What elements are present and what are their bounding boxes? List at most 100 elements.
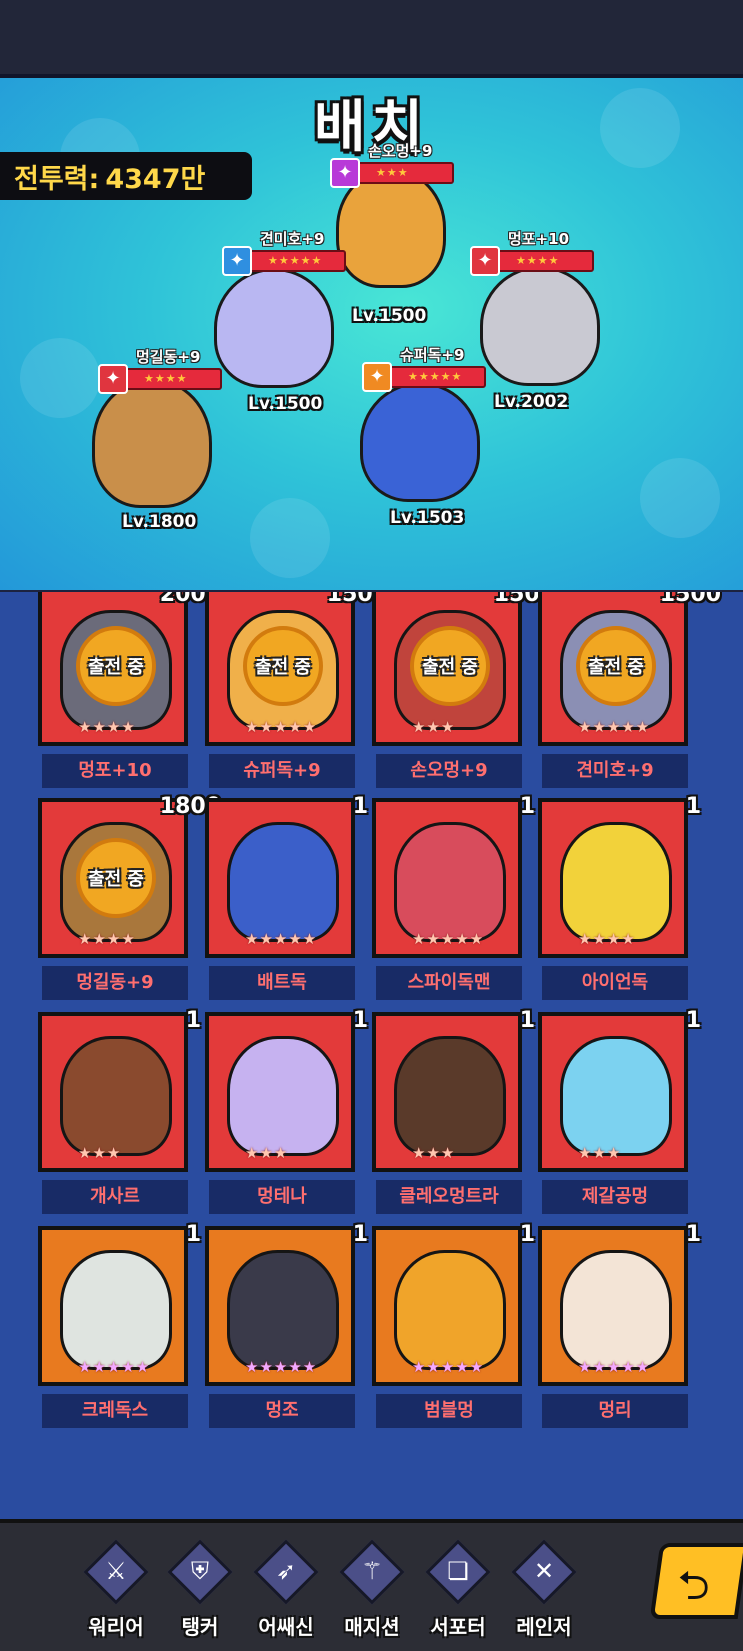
hero-portrait[interactable]: ★★★★★ xyxy=(205,1226,355,1386)
hero-name-plate: 스파이독맨 xyxy=(376,966,522,1000)
hero-card[interactable]: ★★★★★ 1 멍조 xyxy=(205,1222,380,1436)
hero-name: 슈퍼독+9 xyxy=(400,346,465,364)
hero-star-bar: ★★★★ xyxy=(484,250,594,272)
hero-card[interactable]: ★★★ 1 멍테나 xyxy=(205,1008,380,1222)
bow-icon: ✕ xyxy=(533,1557,555,1585)
hero-art xyxy=(60,1036,172,1156)
hero-card[interactable]: ★★★ 1 제갈공멍 xyxy=(538,1008,713,1222)
hero-level: Lv.1500 xyxy=(352,306,427,326)
hero-level: Lv.1800 xyxy=(122,512,197,532)
hero-level: 1 xyxy=(519,1008,535,1033)
class-tab[interactable]: ➶ 어쌔신 xyxy=(246,1539,326,1643)
class-tab[interactable]: ⛨ 탱커 xyxy=(160,1539,240,1643)
hero-art xyxy=(560,1036,672,1156)
hero-name: 견미호+9 xyxy=(260,230,325,248)
star-rating: ★★★★★ xyxy=(412,930,485,948)
star-rating: ★★★★ xyxy=(78,930,136,948)
hero-name-plate: 멍길동+9 xyxy=(42,966,188,1000)
star-rating: ★★★ xyxy=(412,718,456,736)
hero-name-plate: 클레오멍트라 xyxy=(376,1180,522,1214)
hero-card[interactable]: ★★★★★ 1 범블멍 xyxy=(372,1222,547,1436)
hero-sprite[interactable] xyxy=(360,382,480,502)
dagger-icon: ➶ xyxy=(275,1557,297,1585)
hero-level: 1 xyxy=(185,1008,201,1033)
hero-portrait[interactable]: ★★★★ xyxy=(538,798,688,958)
sword-icon: ⚔ xyxy=(105,1557,127,1585)
hero-card[interactable]: ★★★★★ 출전 중 1500 견미호+9 xyxy=(538,592,721,796)
hero-level: Lv.1503 xyxy=(390,508,465,528)
class-tab-label: 탱커 xyxy=(181,1615,219,1639)
combat-power-panel: 전투력: 4347만 xyxy=(0,152,252,200)
class-tab[interactable]: ⚔ 워리어 xyxy=(76,1539,156,1643)
hero-portrait[interactable]: ★★★ xyxy=(38,1012,188,1172)
hero-card[interactable]: ★★★★ 출전 중 2002 멍포+10 xyxy=(38,592,221,796)
hero-card[interactable]: ★★★ 1 개사르 xyxy=(38,1008,213,1222)
hero-portrait[interactable]: ★★★★★ xyxy=(538,1226,688,1386)
deployed-badge: 출전 중 xyxy=(76,838,156,918)
hero-level: 1 xyxy=(685,1008,701,1033)
hero-level: 1 xyxy=(352,794,368,819)
hero-card[interactable]: ★★★★★ 출전 중 1503 슈퍼독+9 xyxy=(205,592,388,796)
class-filter-bar: ⚔ 워리어 ⛨ 탱커 ➶ 어쌔신 ⚚ 매지션 ❏ 서포터 ✕ 레인저 ⮌ xyxy=(0,1519,743,1651)
hero-portrait[interactable]: ★★★★★ xyxy=(38,1226,188,1386)
hero-art xyxy=(227,1250,339,1370)
hero-name-plate: 아이언독 xyxy=(542,966,688,1000)
combat-power-value: 4347만 xyxy=(105,163,206,195)
hero-portrait[interactable]: ★★★ xyxy=(372,1012,522,1172)
tank-icon: ✦ xyxy=(362,362,392,392)
star-rating: ★★★★★ xyxy=(245,930,318,948)
hero-portrait[interactable]: ★★★★★ xyxy=(372,1226,522,1386)
hero-card[interactable]: ★★★★ 출전 중 1800 멍길동+9 xyxy=(38,794,221,1008)
hero-level: Lv.1500 xyxy=(248,394,323,414)
combat-power-label: 전투력: xyxy=(14,163,100,195)
hero-level: 1 xyxy=(519,1222,535,1247)
hero-card[interactable]: ★★★★★ 1 스파이독맨 xyxy=(372,794,547,1008)
hero-card[interactable]: ★★★ 출전 중 1500 손오멍+9 xyxy=(372,592,555,796)
hero-name-plate: 손오멍+9 xyxy=(376,754,522,788)
class-tab[interactable]: ⚚ 매지션 xyxy=(332,1539,412,1643)
deployed-label: 출전 중 xyxy=(88,657,144,678)
star-rating: ★★★ xyxy=(412,1144,456,1162)
hero-name-plate: 멍리 xyxy=(542,1394,688,1428)
hero-name-plate: 견미호+9 xyxy=(542,754,688,788)
shield-icon: ⛨ xyxy=(191,1557,209,1585)
class-tab[interactable]: ✕ 레인저 xyxy=(504,1539,584,1643)
hero-name-plate: 배트독 xyxy=(209,966,355,1000)
return-arrow-icon: ⮌ xyxy=(677,1563,710,1609)
hero-sprite[interactable] xyxy=(92,378,212,508)
formation-stage: 배치 전투력: 4347만 손오멍+9 ★★★ ✦ Lv.1500 견미호+9 ★★★★★… xyxy=(0,78,743,590)
deployed-badge: 출전 중 xyxy=(410,626,490,706)
hero-sprite[interactable] xyxy=(480,266,600,386)
hero-star-bar: ★★★ xyxy=(344,162,454,184)
back-button[interactable]: ⮌ xyxy=(649,1543,743,1619)
hero-card[interactable]: ★★★★★ 1 멍리 xyxy=(538,1222,713,1436)
hero-level: 1 xyxy=(352,1222,368,1247)
star-rating: ★★★ xyxy=(578,1144,622,1162)
hero-name: 멍포+10 xyxy=(508,230,570,248)
hero-level: 1 xyxy=(185,1222,201,1247)
star-rating: ★★★★★ xyxy=(245,718,318,736)
paw-print-decoration xyxy=(20,338,100,418)
hero-portrait[interactable]: ★★★ xyxy=(205,1012,355,1172)
hero-card[interactable]: ★★★★★ 1 배트독 xyxy=(205,794,380,1008)
hero-card[interactable]: ★★★★ 1 아이언독 xyxy=(538,794,713,1008)
hero-art xyxy=(394,1036,506,1156)
class-tab-label: 매지션 xyxy=(344,1615,400,1639)
hero-portrait[interactable]: ★★★★★ xyxy=(372,798,522,958)
hero-card[interactable]: ★★★★★ 1 크레독스 xyxy=(38,1222,213,1436)
hero-portrait[interactable]: ★★★ xyxy=(538,1012,688,1172)
hero-art xyxy=(560,822,672,942)
hero-card[interactable]: ★★★ 1 클레오멍트라 xyxy=(372,1008,547,1222)
hero-portrait[interactable]: ★★★★★ xyxy=(205,798,355,958)
hero-name-plate: 멍테나 xyxy=(209,1180,355,1214)
hero-art xyxy=(227,1036,339,1156)
hero-sprite[interactable] xyxy=(214,268,334,388)
hero-art xyxy=(227,822,339,942)
hero-art xyxy=(394,1250,506,1370)
star-rating: ★★★★ xyxy=(78,718,136,736)
hero-name-plate: 크레독스 xyxy=(42,1394,188,1428)
deployed-badge: 출전 중 xyxy=(243,626,323,706)
star-rating: ★★★★★ xyxy=(245,1358,318,1376)
class-tab[interactable]: ❏ 서포터 xyxy=(418,1539,498,1643)
hero-name-plate: 멍포+10 xyxy=(42,754,188,788)
